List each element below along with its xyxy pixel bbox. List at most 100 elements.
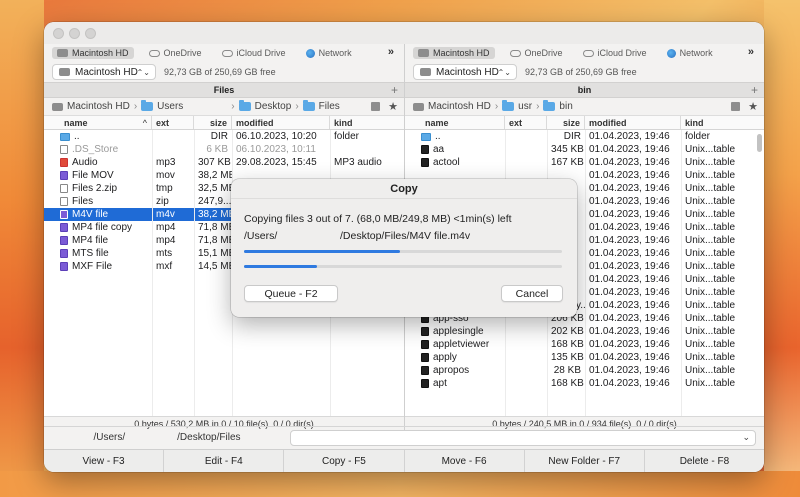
file-size-cell: 307 KB — [198, 157, 231, 168]
file-modified-cell: 01.04.2023, 19:46 — [589, 131, 670, 142]
file-size-cell: 28 KB — [553, 365, 581, 376]
command-line-path: /Users/ /Desktop/Files — [44, 432, 290, 443]
column-header-name[interactable]: name ^ — [44, 116, 152, 129]
queue-button[interactable]: Queue - F2 — [244, 285, 338, 302]
close-window-button[interactable] — [53, 28, 64, 39]
file-name-cell: MP4 file — [44, 234, 152, 247]
file-ext-cell — [505, 156, 547, 169]
more-drives-button[interactable]: » — [748, 46, 754, 58]
overall-progress-fill — [244, 250, 400, 253]
cancel-button[interactable]: Cancel — [501, 285, 563, 302]
panel-title-text: Files — [213, 85, 235, 95]
copy-button[interactable]: Copy - F5 — [284, 450, 405, 472]
breadcrumb-item[interactable]: Users — [157, 101, 183, 112]
hard-disk-icon — [418, 49, 429, 57]
exec-icon — [421, 327, 429, 336]
file-modified-cell: 06.10.2023, 10:20 — [236, 131, 317, 142]
file-name-cell: apt — [405, 377, 505, 390]
column-header-size[interactable]: size — [547, 116, 585, 129]
file-modified-cell: 01.04.2023, 19:46 — [589, 352, 670, 363]
exec-icon — [421, 353, 429, 362]
table-row[interactable]: .. DIR 06.10.2023, 10:20 folder — [44, 130, 404, 143]
file-kind-cell: Unix...table — [685, 183, 736, 194]
file-modified-cell: 01.04.2023, 19:46 — [589, 209, 670, 220]
column-header-label: modified — [589, 117, 627, 128]
breadcrumb-item[interactable]: bin — [559, 101, 572, 112]
drive-tab-macintosh-hd[interactable]: Macintosh HD — [52, 47, 134, 59]
column-header-name[interactable]: name — [405, 116, 505, 129]
audio-file-icon — [60, 158, 68, 167]
breadcrumb-item[interactable]: Macintosh HD — [428, 101, 491, 112]
copy-path-part: /Desktop/Files/M4V file.m4v — [340, 230, 471, 242]
file-kind-cell: Unix...table — [685, 287, 736, 298]
column-header-label: name — [64, 117, 88, 128]
movie-file-icon — [60, 210, 68, 219]
column-header-modified[interactable]: modified — [585, 116, 681, 129]
column-header-ext[interactable]: ext — [152, 116, 194, 129]
file-name-cell: Files 2.zip — [44, 182, 152, 195]
exec-icon — [421, 340, 429, 349]
title-bar — [44, 22, 764, 44]
file-size-cell: DIR — [210, 131, 228, 142]
star-icon[interactable]: ★ — [748, 100, 758, 113]
file-modified-cell: 01.04.2023, 19:46 — [589, 170, 670, 181]
drive-tab-macintosh-hd[interactable]: Macintosh HD — [413, 47, 495, 59]
command-path-part: /Desktop/Files — [177, 432, 241, 443]
breadcrumb-item[interactable]: Macintosh HD — [67, 101, 130, 112]
exec-icon — [421, 145, 429, 154]
drive-tab-icloud[interactable]: iCloud Drive — [578, 47, 652, 59]
column-header-label: name — [425, 117, 449, 128]
minimize-window-button[interactable] — [69, 28, 80, 39]
column-header-ext[interactable]: ext — [505, 116, 547, 129]
panel-title: bin + — [405, 82, 764, 98]
file-name: MP4 file copy — [72, 222, 133, 233]
table-row[interactable]: .DS_Store 6 KB 06.10.2023, 10:11 — [44, 143, 404, 156]
file-name-cell: Files — [44, 195, 152, 208]
file-modified-cell: 01.04.2023, 19:46 — [589, 300, 670, 311]
delete-button[interactable]: Delete - F8 — [645, 450, 764, 472]
add-tab-button[interactable]: + — [391, 83, 398, 97]
add-tab-button[interactable]: + — [751, 83, 758, 97]
command-line-input[interactable]: ⌄ — [290, 429, 756, 446]
file-name: apt — [433, 378, 447, 389]
column-header-size[interactable]: size — [194, 116, 232, 129]
drive-tab-onedrive[interactable]: OneDrive — [505, 47, 568, 59]
file-name: actool — [433, 157, 460, 168]
view-button[interactable]: View - F3 — [44, 450, 165, 472]
volume-select[interactable]: Macintosh HD ⌃⌄ — [413, 64, 517, 80]
drive-tab-icloud[interactable]: iCloud Drive — [217, 47, 291, 59]
file-size-cell: 32,5 MB — [198, 183, 232, 194]
drive-tab-network[interactable]: Network — [301, 47, 357, 59]
column-header-kind[interactable]: kind — [681, 116, 764, 129]
chevron-right-icon: › — [494, 101, 499, 112]
column-header-modified[interactable]: modified — [232, 116, 330, 129]
file-kind-cell: Unix...table — [685, 365, 736, 376]
more-drives-button[interactable]: » — [388, 46, 394, 58]
star-icon[interactable]: ★ — [388, 100, 398, 113]
volume-select[interactable]: Macintosh HD ⌃⌄ — [52, 64, 156, 80]
file-name: appletviewer — [433, 339, 490, 350]
column-header-kind[interactable]: kind — [330, 116, 404, 129]
breadcrumb-item[interactable]: Desktop — [255, 101, 292, 112]
new-folder-button[interactable]: New Folder - F7 — [525, 450, 645, 472]
breadcrumb-item[interactable]: usr — [518, 101, 532, 112]
file-name-cell: Audio — [44, 156, 152, 169]
volume-select-value: Macintosh HD — [75, 66, 138, 78]
view-mode-icon[interactable] — [731, 102, 741, 111]
move-button[interactable]: Move - F6 — [405, 450, 525, 472]
file-modified-cell: 01.04.2023, 19:46 — [589, 157, 670, 168]
drive-tab-onedrive[interactable]: OneDrive — [144, 47, 207, 59]
overall-progress-bar — [244, 250, 562, 253]
scrollbar-thumb[interactable] — [757, 134, 762, 152]
drive-tab-network[interactable]: Network — [662, 47, 718, 59]
chevron-down-icon[interactable]: ⌄ — [742, 432, 750, 443]
file-kind-cell: Unix...table — [685, 235, 736, 246]
zoom-window-button[interactable] — [85, 28, 96, 39]
file-name-cell: apropos — [405, 364, 505, 377]
view-mode-icon[interactable] — [371, 102, 381, 111]
exec-icon — [421, 366, 429, 375]
breadcrumb-item[interactable]: Files — [319, 101, 340, 112]
file-size-cell: 168 KB — [551, 378, 584, 389]
table-row[interactable]: Audio mp3 307 KB 29.08.2023, 15:45 MP3 audio — [44, 156, 404, 169]
edit-button[interactable]: Edit - F4 — [164, 450, 285, 472]
